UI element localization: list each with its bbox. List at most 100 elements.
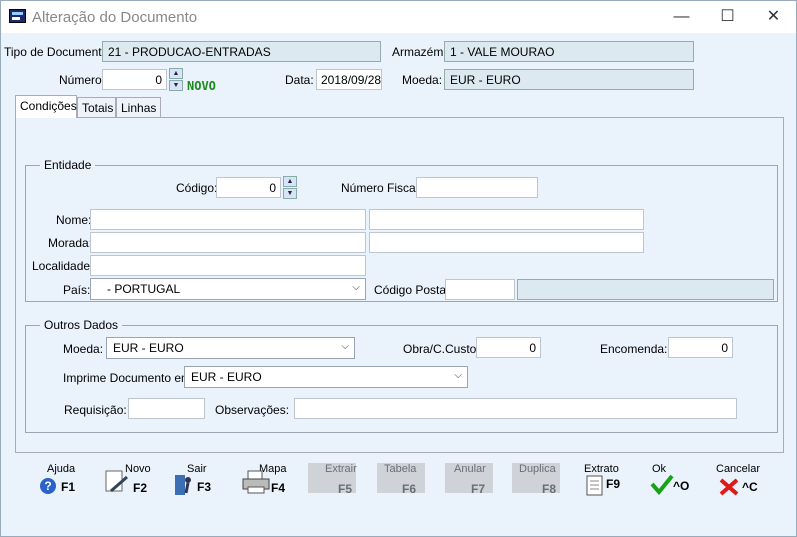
localidade-label: Localidade: [32, 259, 94, 273]
cancelar-button[interactable]: Cancelar ^C [716, 461, 780, 501]
sair-button[interactable]: Sair F3 [173, 461, 237, 501]
localidade-input[interactable] [90, 255, 366, 276]
document-window: Alteração do Documento — ☐ ✕ Tipo de Doc… [0, 0, 797, 537]
nome-label: Nome: [56, 213, 92, 227]
f7-label: Anular [454, 463, 486, 475]
numero-spinner[interactable]: ▲ ▼ [169, 68, 183, 92]
ajuda-key: F1 [61, 480, 76, 494]
codigo-spinner[interactable]: ▲ ▼ [283, 176, 297, 200]
help-icon: ? [40, 478, 56, 494]
tab-totais[interactable]: Totais [77, 97, 116, 118]
cancelar-key: ^C [742, 480, 758, 494]
mapa-key: F4 [271, 481, 286, 495]
ajuda-button[interactable]: Ajuda ? F1 [39, 461, 103, 501]
new-document-icon [105, 470, 128, 493]
extrato-key: F9 [606, 477, 621, 491]
encomenda-label: Encomenda: [600, 342, 668, 356]
codigo-postal-desc [517, 279, 774, 300]
nome-input[interactable] [90, 209, 366, 230]
outros-dados-group-title: Outros Dados [40, 318, 123, 332]
moeda-header-label: Moeda: [402, 73, 443, 87]
imprime-label: Imprime Documento em: [63, 371, 195, 385]
novo-key: F2 [133, 481, 148, 495]
f5-button[interactable]: Extrair F5 [308, 461, 372, 501]
spin-down-icon[interactable]: ▼ [283, 188, 297, 199]
title-bar: Alteração do Documento — ☐ ✕ [1, 1, 796, 33]
observacoes-input[interactable] [294, 398, 737, 419]
cancelar-label: Cancelar [716, 463, 761, 475]
f5-key: F5 [338, 482, 353, 496]
f6-key: F6 [402, 482, 417, 496]
moeda-header-field: EUR - EURO [444, 69, 694, 90]
nif-input[interactable] [416, 177, 538, 198]
chevron-down-icon: ⌵ [454, 370, 462, 381]
f5-label: Extrair [325, 463, 357, 475]
f8-button[interactable]: Duplica F8 [512, 461, 576, 501]
printer-icon [242, 470, 270, 494]
encomenda-input[interactable]: 0 [668, 337, 733, 358]
f8-key: F8 [542, 482, 557, 496]
novo-button[interactable]: Novo F2 [103, 461, 167, 501]
codigo-label: Código: [176, 181, 218, 195]
chevron-down-icon: ⌵ [352, 282, 360, 293]
moeda-value: EUR - EURO [113, 341, 184, 355]
window-title: Alteração do Documento [32, 9, 198, 26]
tipo-documento-label: Tipo de Documento: [4, 45, 112, 59]
sair-key: F3 [197, 480, 212, 494]
ok-button[interactable]: Ok ^O [649, 461, 713, 501]
data-label: Data: [285, 73, 314, 87]
armazem-label: Armazém: [392, 45, 447, 59]
entidade-group-title: Entidade [40, 158, 96, 172]
codigo-postal-label: Código Postal: [374, 283, 453, 297]
nif-label: Número Fiscal: [341, 181, 422, 195]
imprime-value: EUR - EURO [191, 370, 262, 384]
pais-value: - PORTUGAL [107, 282, 181, 296]
app-icon [9, 9, 26, 23]
novo-badge: NOVO [187, 79, 216, 93]
obra-label: Obra/C.Custo [403, 342, 477, 356]
close-button[interactable]: ✕ [751, 1, 796, 32]
morada-input[interactable] [90, 232, 366, 253]
spin-up-icon[interactable]: ▲ [283, 176, 297, 187]
f6-label: Tabela [384, 463, 417, 475]
morada-label: Morada: [48, 236, 93, 250]
mapa-button[interactable]: Mapa F4 [241, 461, 305, 501]
imprime-select[interactable]: EUR - EURO ⌵ [184, 366, 468, 388]
moeda-label: Moeda: [63, 342, 104, 356]
extrato-label: Extrato [584, 463, 619, 475]
nome-2-input[interactable] [369, 209, 644, 230]
numero-input[interactable]: 0 [102, 69, 167, 90]
data-input[interactable]: 2018/09/28 [316, 69, 382, 90]
spin-up-icon[interactable]: ▲ [169, 68, 183, 79]
requisicao-input[interactable] [128, 398, 205, 419]
svg-text:?: ? [44, 479, 51, 493]
codigo-input[interactable]: 0 [216, 177, 281, 198]
maximize-button[interactable]: ☐ [705, 1, 750, 32]
pais-label: País: [63, 283, 91, 297]
morada-2-input[interactable] [369, 232, 644, 253]
tab-condicoes[interactable]: Condições [15, 95, 77, 118]
observacoes-label: Observações: [215, 403, 290, 417]
numero-label: Número: [59, 73, 106, 87]
f7-key: F7 [471, 482, 486, 496]
f6-button[interactable]: Tabela F6 [377, 461, 441, 501]
extrato-button[interactable]: Extrato F9 [584, 461, 648, 501]
statement-icon [586, 475, 603, 496]
checkmark-icon [650, 474, 674, 495]
tipo-documento-field: 21 - PRODUCAO-ENTRADAS [102, 41, 381, 62]
ajuda-label: Ajuda [47, 463, 76, 475]
moeda-select[interactable]: EUR - EURO ⌵ [106, 337, 355, 359]
obra-input[interactable]: 0 [476, 337, 541, 358]
chevron-down-icon: ⌵ [341, 341, 349, 352]
pais-select[interactable]: - PORTUGAL ⌵ [90, 278, 366, 300]
tab-linhas[interactable]: Linhas [116, 97, 161, 118]
f7-button[interactable]: Anular F7 [445, 461, 509, 501]
armazem-field: 1 - VALE MOURAO [444, 41, 694, 62]
exit-icon [175, 475, 191, 495]
spin-down-icon[interactable]: ▼ [169, 80, 183, 91]
codigo-postal-input[interactable] [445, 279, 515, 300]
ok-key: ^O [673, 479, 690, 493]
requisicao-label: Requisição: [64, 403, 127, 417]
f8-label: Duplica [519, 463, 556, 475]
minimize-button[interactable]: — [659, 1, 704, 32]
